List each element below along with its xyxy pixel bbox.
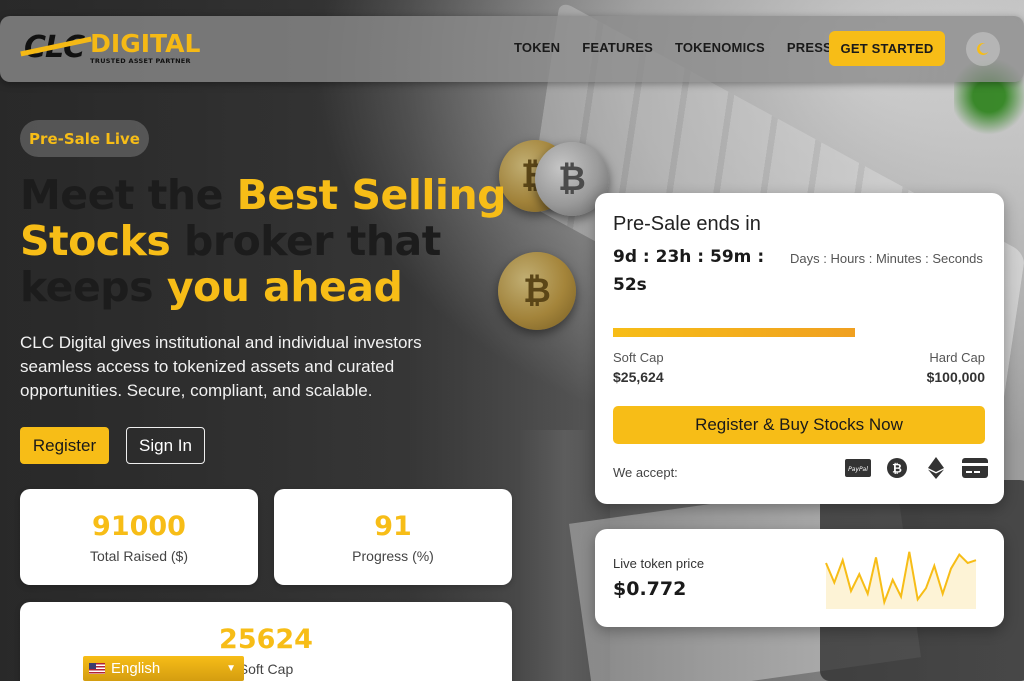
bitcoin-icon: ₿ (884, 457, 910, 479)
hard-cap: Hard Cap $100,000 (927, 350, 985, 385)
credit-card-icon (962, 457, 988, 479)
stat-label: Progress (%) (352, 548, 434, 564)
hero-headline: Meet the Best Selling Stocks broker that… (20, 172, 520, 310)
progress-fill (613, 328, 855, 337)
main-nav: TOKEN FEATURES TOKENOMICS PRESS (514, 40, 854, 55)
top-navbar: CLC DIGITAL TRUSTED ASSET PARTNER TOKEN … (0, 16, 1024, 82)
stat-card-progress: 91 Progress (%) (274, 489, 512, 585)
paypal-icon: PayPal (845, 457, 871, 479)
logo-mark: CLC (24, 30, 85, 65)
hard-cap-value: $100,000 (926, 369, 985, 385)
svg-text:₿: ₿ (892, 462, 902, 476)
logo-subtitle: TRUSTED ASSET PARTNER (90, 56, 191, 65)
payment-methods: PayPal ₿ (845, 457, 988, 479)
headline-highlight: you ahead (166, 263, 403, 311)
register-button[interactable]: Register (20, 427, 109, 464)
nav-features[interactable]: FEATURES (582, 40, 653, 55)
stat-value: 25624 (219, 624, 313, 655)
we-accept-label: We accept: (613, 465, 678, 480)
presale-card: Pre-Sale ends in 9d : 23h : 59m : 52s Da… (595, 193, 1004, 504)
presale-title: Pre-Sale ends in (613, 213, 761, 235)
stat-value: 91 (374, 511, 412, 542)
stat-value: 91000 (92, 511, 186, 542)
countdown-units: Days : Hours : Minutes : Seconds (790, 251, 983, 266)
nav-token[interactable]: TOKEN (514, 40, 560, 55)
headline-part: Meet the (20, 171, 237, 219)
hard-cap-label: Hard Cap (929, 350, 985, 365)
ethereum-icon (923, 457, 949, 479)
presale-progress-bar (613, 328, 985, 337)
nav-press[interactable]: PRESS (787, 40, 832, 55)
logo-title: DIGITAL (90, 28, 201, 58)
language-selector[interactable]: English ▼ (83, 656, 244, 681)
theme-toggle-button[interactable] (966, 32, 1000, 66)
get-started-button[interactable]: GET STARTED (829, 31, 945, 66)
countdown-value: 9d : 23h : 59m : 52s (613, 247, 765, 295)
live-price-label: Live token price (613, 556, 705, 571)
nav-tokenomics[interactable]: TOKENOMICS (675, 40, 765, 55)
register-buy-button[interactable]: Register & Buy Stocks Now (613, 406, 985, 444)
hero-description: CLC Digital gives institutional and indi… (20, 333, 422, 400)
live-price-value: $0.772 (613, 578, 687, 600)
moon-icon (977, 42, 989, 55)
price-sparkline (825, 551, 977, 609)
live-price-card: Live token price $0.772 (595, 529, 1004, 627)
svg-text:PayPal: PayPal (848, 466, 868, 473)
us-flag-icon (89, 663, 105, 674)
sign-in-button[interactable]: Sign In (126, 427, 205, 464)
language-label: English (111, 660, 161, 677)
soft-cap: Soft Cap $25,624 (613, 350, 664, 385)
brand-logo[interactable]: CLC DIGITAL TRUSTED ASSET PARTNER (24, 30, 200, 65)
soft-cap-label: Soft Cap (613, 350, 664, 365)
stat-label: Total Raised ($) (89, 548, 189, 564)
stat-card-total-raised: 91000 Total Raised ($) (20, 489, 258, 585)
chevron-down-icon: ▼ (226, 663, 236, 674)
presale-live-badge: Pre-Sale Live (20, 120, 149, 157)
soft-cap-value: $25,624 (613, 369, 664, 385)
